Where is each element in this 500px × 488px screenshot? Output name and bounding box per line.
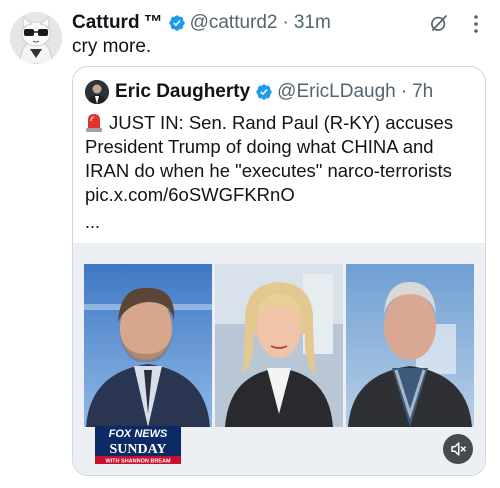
verified-badge-icon[interactable] [168, 14, 186, 32]
fox-news-sunday-logo: FOX NEWS SUNDAY WITH SHANNON BREAM [95, 426, 181, 466]
svg-text:WITH SHANNON BREAM: WITH SHANNON BREAM [105, 459, 170, 465]
cat-avatar-icon [10, 12, 62, 64]
svg-text:SUNDAY: SUNDAY [109, 442, 166, 457]
separator-dot: · [282, 12, 289, 33]
quoted-tweet[interactable]: Eric Daugherty @EricLDaugh · 7h JUST IN:… [72, 66, 486, 476]
quoted-author-avatar[interactable] [85, 80, 109, 104]
quoted-tweet-header: Eric Daugherty @EricLDaugh · 7h [85, 79, 433, 105]
author-avatar[interactable] [10, 12, 62, 64]
quoted-text-line-3: IRAN do when he "executes" narco-terrori… [85, 160, 452, 181]
tweet-timestamp[interactable]: 31m [294, 12, 331, 34]
video-media[interactable]: FOX NEWS SUNDAY WITH SHANNON BREAM [73, 243, 485, 475]
speaker-muted-icon [451, 442, 467, 456]
rotating-light-icon [86, 114, 102, 132]
video-panel-center [215, 264, 343, 427]
author-name[interactable]: Catturd [72, 12, 140, 34]
quoted-text-line-2: President Trump of doing what CHINA and [85, 136, 434, 157]
more-options-icon[interactable] [464, 12, 488, 36]
person-speaker-right-image [346, 264, 474, 427]
verified-badge-icon[interactable] [255, 83, 273, 101]
quoted-author-handle[interactable]: @EricLDaugh [277, 81, 396, 103]
video-panel-right [346, 264, 474, 427]
tweet-text: cry more. [72, 36, 152, 57]
video-panel-left [84, 264, 212, 427]
author-tm: ™ [143, 12, 163, 33]
grok-icon[interactable] [429, 13, 449, 33]
author-handle[interactable]: @catturd2 [190, 12, 278, 34]
person-speaker-left-image [84, 264, 212, 427]
quoted-tweet-text: JUST IN: Sen. Rand Paul (R-KY) accuses P… [85, 111, 480, 207]
quoted-author-name[interactable]: Eric Daugherty [115, 81, 250, 103]
quoted-text-ellipsis: ... [85, 212, 101, 232]
person-host-center-image [215, 264, 343, 427]
svg-text:FOX NEWS: FOX NEWS [109, 428, 168, 440]
mute-button[interactable] [443, 434, 473, 464]
tweet-header: Catturd ™ @catturd2 · 31m [72, 10, 331, 36]
network-logo-icon: FOX NEWS SUNDAY WITH SHANNON BREAM [95, 426, 181, 465]
quoted-timestamp[interactable]: 7h [412, 81, 433, 103]
tweet[interactable]: Catturd ™ @catturd2 · 31m cry more. Eric… [0, 0, 500, 488]
person-avatar-icon [85, 80, 109, 104]
quoted-link[interactable]: pic.x.com/6oSWGFKRnO [85, 183, 480, 207]
separator-dot: · [400, 81, 408, 102]
quoted-text-line-1: JUST IN: Sen. Rand Paul (R-KY) accuses [109, 112, 454, 133]
